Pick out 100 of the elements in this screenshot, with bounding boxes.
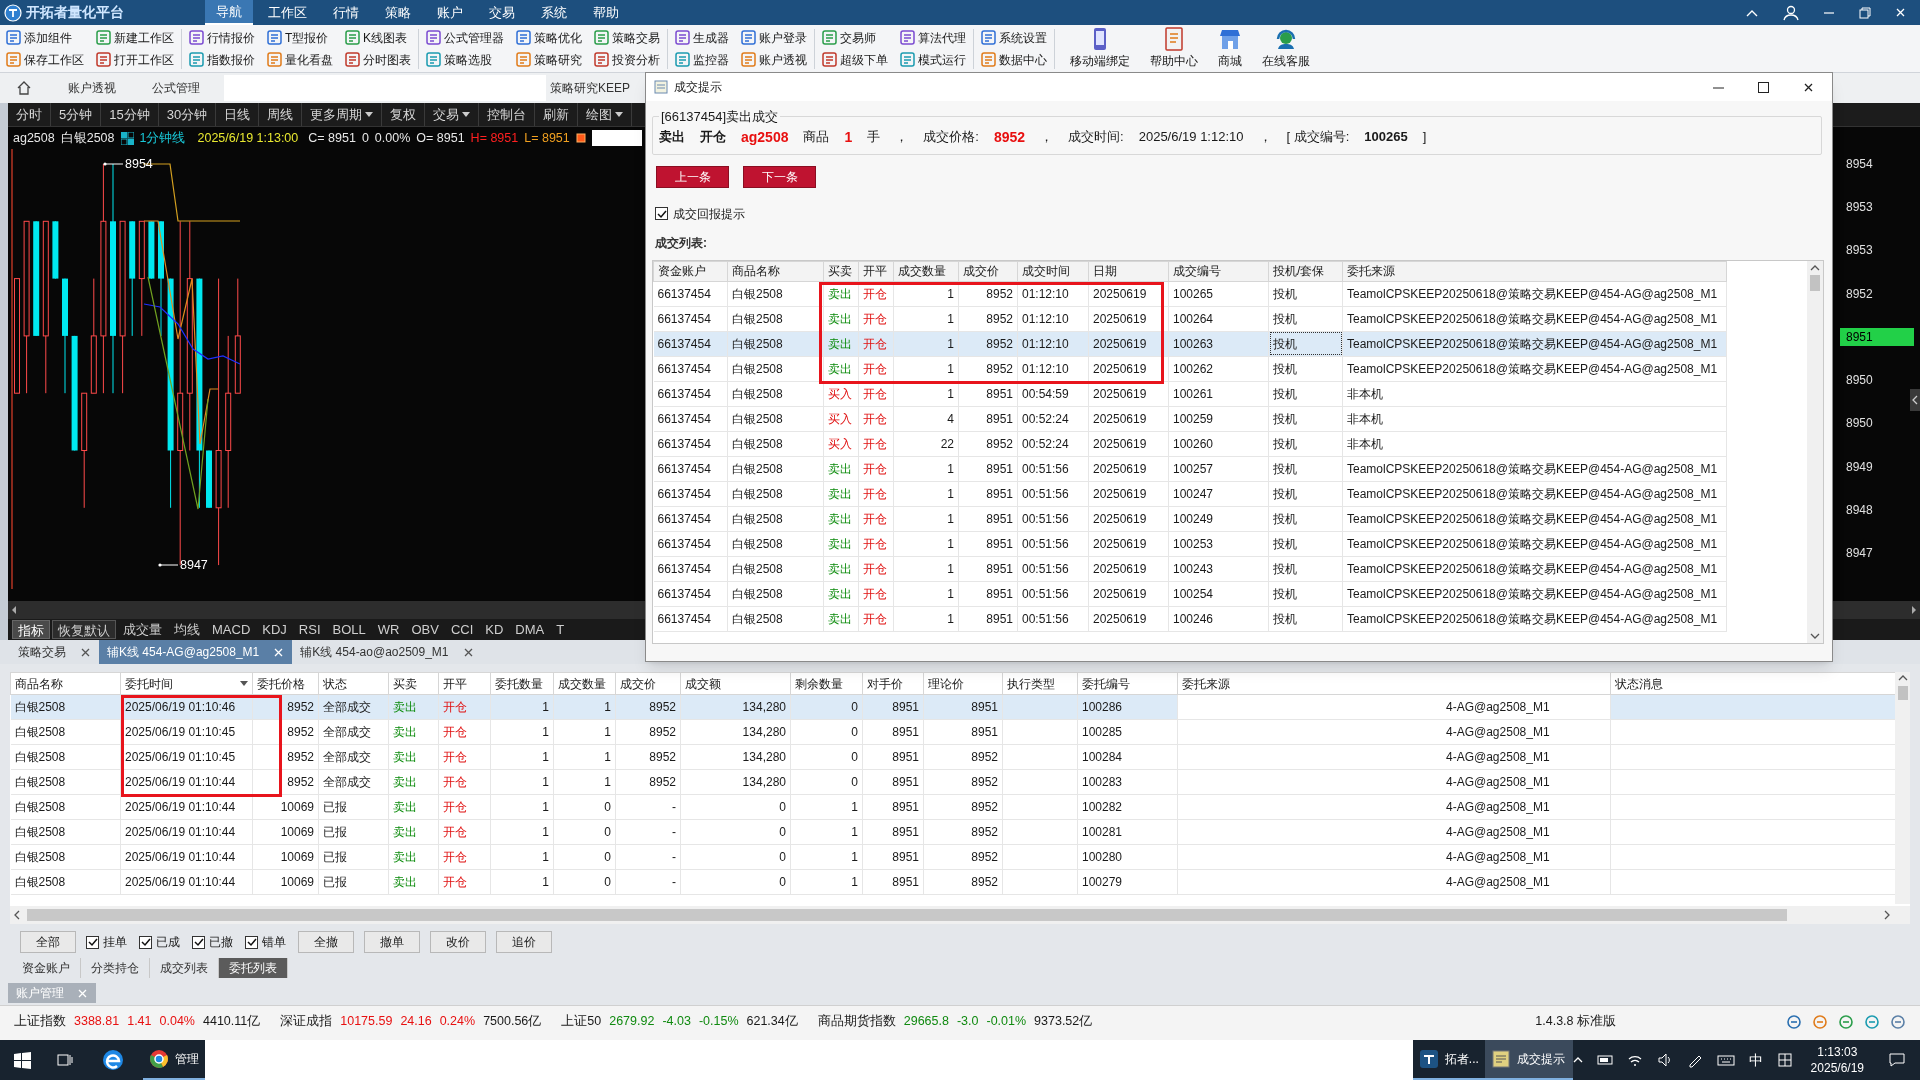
nav-button[interactable]: 上一条	[656, 165, 729, 188]
column-header[interactable]: 成交数量	[893, 261, 959, 281]
table-row[interactable]: 66137454 白银2508 卖出 开仓 1 8951 00:51:56 20250619 100246 投机 TeamolCPSKEEP20250618@策略交易KEEP@454-AG@ag2508_M1	[653, 606, 1727, 631]
checkbox[interactable]	[139, 935, 152, 949]
period-button[interactable]: 日线	[216, 103, 260, 126]
table-row[interactable]: 66137454 白银2508 买入 开仓 22 8952 00:52:24 20250619 100260 投机 非本机	[653, 431, 1727, 456]
table-row[interactable]: 白银2508 2025/06/19 01:10:44 10069 已报 卖出 开仓 1 0 - 0 1 8951 8952 100281 4-AG@ag2508_M1	[10, 819, 1895, 845]
checkbox[interactable]	[86, 935, 99, 949]
menu-item[interactable]: 行情	[322, 0, 370, 25]
table-row[interactable]: 66137454 白银2508 卖出 开仓 1 8951 00:51:56 20250619 100243 投机 TeamolCPSKEEP20250618@策略交易KEEP@454-AG@ag2508_M1	[653, 556, 1727, 581]
scrollbar-thumb[interactable]	[1810, 274, 1820, 291]
column-header[interactable]: 成交编号	[1168, 261, 1269, 281]
filter-button[interactable]: 全撤	[298, 931, 354, 953]
table-row[interactable]: 66137454 白银2508 卖出 开仓 1 8951 00:51:56 20250619 100247 投机 TeamolCPSKEEP20250618@策略交易KEEP@454-AG@ag2508_M1	[653, 481, 1727, 506]
toolbar-button[interactable]: 公式管理器	[424, 28, 506, 47]
toolbar-button[interactable]: 分时图表	[343, 50, 413, 69]
table-row[interactable]: 66137454 白银2508 卖出 开仓 1 8951 00:51:56 20250619 100249 投机 TeamolCPSKEEP20250618@策略交易KEEP@454-AG@ag2508_M1	[653, 506, 1727, 531]
workspace-tab[interactable]: 账户透视	[50, 79, 134, 97]
period-button[interactable]: 刷新	[535, 103, 579, 126]
column-header[interactable]: 对手价	[862, 672, 924, 695]
column-header[interactable]: 状态	[318, 672, 389, 695]
column-header[interactable]: 买卖	[388, 672, 439, 695]
chevron-up-icon[interactable]	[1572, 1055, 1583, 1065]
workspace-tab[interactable]: 公式管理	[134, 79, 218, 97]
menu-item[interactable]: 策略	[374, 0, 422, 25]
toolbar-button[interactable]: 在线客服	[1252, 27, 1320, 70]
filter-checkbox[interactable]: 错单	[245, 933, 286, 951]
period-button[interactable]: 30分钟	[158, 103, 217, 126]
period-button[interactable]: 复权	[382, 103, 426, 126]
period-button[interactable]: 5分钟	[51, 103, 102, 126]
column-header[interactable]: 成交数量	[553, 672, 616, 695]
toolbar-button[interactable]: 移动端绑定	[1060, 27, 1140, 70]
column-header[interactable]: 商品名称	[727, 261, 824, 281]
column-header[interactable]: 剩余数量	[790, 672, 863, 695]
indicator-tab[interactable]: OBV	[406, 620, 444, 639]
table-row[interactable]: 66137454 白银2508 卖出 开仓 1 8952 01:12:10 20250619 100263 投机 TeamolCPSKEEP20250618@策略交易KEEP@454-AG@ag2508_M1	[653, 331, 1727, 356]
table-row[interactable]: 66137454 白银2508 卖出 开仓 1 8951 00:51:56 20250619 100257 投机 TeamolCPSKEEP20250618@策略交易KEEP@454-AG@ag2508_M1	[653, 456, 1727, 481]
column-header[interactable]: 委托数量	[490, 672, 554, 695]
column-header[interactable]: 成交价	[958, 261, 1018, 281]
table-row[interactable]: 白银2508 2025/06/19 01:10:44 10069 已报 卖出 开仓 1 0 - 0 1 8951 8952 100282 4-AG@ag2508_M1	[10, 794, 1895, 820]
task-view-icon[interactable]	[57, 1052, 73, 1068]
toolbar-button[interactable]: 策略选股	[424, 50, 506, 69]
notify-checkbox[interactable]: 成交回报提示	[655, 204, 1826, 223]
maximize-icon[interactable]	[1758, 81, 1769, 93]
period-button[interactable]: 15分钟	[101, 103, 159, 126]
toolbar-button[interactable]: 策略优化	[514, 28, 584, 47]
column-header[interactable]: 成交价	[615, 672, 681, 695]
indicator-tab[interactable]: T	[551, 620, 570, 639]
indicator-tab[interactable]: DMA	[510, 620, 550, 639]
panel-tab[interactable]: 资金账户	[12, 958, 81, 978]
toolbar-button[interactable]: K线图表	[343, 28, 413, 47]
toolbar-button[interactable]: 商城	[1208, 27, 1252, 70]
panel-tab[interactable]: 辅K线 454-AG@ag2508_M1	[99, 640, 293, 664]
user-icon[interactable]	[1783, 4, 1799, 21]
scrollbar-thumb[interactable]	[27, 909, 1787, 921]
toolbar-button[interactable]: 生成器	[673, 28, 731, 47]
toolbar-button[interactable]: 行情报价	[187, 28, 257, 47]
column-header[interactable]: 日期	[1088, 261, 1169, 281]
period-button[interactable]: 交易	[425, 103, 480, 126]
table-row[interactable]: 白银2508 2025/06/19 01:10:44 10069 已报 卖出 开仓 1 0 - 0 1 8951 8952 100280 4-AG@ag2508_M1	[10, 844, 1895, 870]
column-header[interactable]: 开平	[438, 672, 491, 695]
column-header[interactable]: 委托时间	[120, 672, 253, 695]
toolbar-button[interactable]: 打开工作区	[94, 50, 176, 69]
status-icon[interactable]	[1890, 1013, 1906, 1030]
toolbar-button[interactable]: 账户透视	[739, 50, 809, 69]
vertical-scrollbar[interactable]	[1895, 672, 1910, 904]
toolbar-button[interactable]: 算法代理	[898, 28, 968, 47]
column-header[interactable]: 投机/套保	[1268, 261, 1343, 281]
scrollbar-thumb[interactable]	[1897, 686, 1908, 700]
table-row[interactable]: 白银2508 2025/06/19 01:10:45 8952 全部成交 卖出 开仓 1 1 8952 134,280 0 8951 8952 100284 4-AG@ag2508_M1	[10, 744, 1895, 770]
table-row[interactable]: 66137454 白银2508 卖出 开仓 1 8951 00:51:56 20250619 100254 投机 TeamolCPSKEEP20250618@策略交易KEEP@454-AG@ag2508_M1	[653, 581, 1727, 606]
menu-item[interactable]: 系统	[530, 0, 578, 25]
speaker-icon[interactable]	[1656, 1052, 1673, 1068]
toolbar-button[interactable]: 系统设置	[979, 28, 1049, 47]
status-icon[interactable]	[1838, 1013, 1854, 1030]
windows-logo-icon[interactable]	[14, 1051, 31, 1069]
indicator-tab[interactable]: KDJ	[257, 620, 292, 639]
column-header[interactable]: 成交时间	[1017, 261, 1089, 281]
menu-item[interactable]: 帮助	[582, 0, 630, 25]
status-icon[interactable]	[1864, 1013, 1880, 1030]
toolbar-button[interactable]: 超级下单	[820, 50, 890, 69]
indicator-tab[interactable]: 成交量	[118, 620, 167, 639]
panel-tab[interactable]: 分类持仓	[81, 958, 150, 978]
table-row[interactable]: 66137454 白银2508 卖出 开仓 1 8952 01:12:10 20250619 100264 投机 TeamolCPSKEEP20250618@策略交易KEEP@454-AG@ag2508_M1	[653, 306, 1727, 331]
menu-item[interactable]: 导航	[205, 0, 253, 25]
table-row[interactable]: 66137454 白银2508 卖出 开仓 1 8952 01:12:10 20250619 100262 投机 TeamolCPSKEEP20250618@策略交易KEEP@454-AG@ag2508_M1	[653, 356, 1727, 381]
table-row[interactable]: 白银2508 2025/06/19 01:10:44 8952 全部成交 卖出 开仓 1 1 8952 134,280 0 8951 8952 100283 4-AG@ag2508_M1	[10, 769, 1895, 795]
browser-icon[interactable]	[101, 1048, 125, 1072]
column-header[interactable]: 委托来源	[1177, 672, 1611, 695]
column-header[interactable]: 委托来源	[1342, 261, 1727, 281]
nav-button[interactable]: 下一条	[743, 165, 816, 188]
menu-item[interactable]: 工作区	[257, 0, 318, 25]
toolbar-button[interactable]: 指数报价	[187, 50, 257, 69]
vertical-scrollbar[interactable]	[1807, 260, 1823, 643]
indicator-tab[interactable]: WR	[372, 620, 405, 639]
taskbar-button[interactable]: 成交提示	[1484, 1040, 1573, 1080]
chevron-left-icon[interactable]	[1910, 389, 1920, 411]
grid-icon[interactable]	[1776, 1052, 1793, 1068]
column-header[interactable]: 状态消息	[1610, 672, 1895, 695]
toolbar-button[interactable]: 监控器	[673, 50, 731, 69]
